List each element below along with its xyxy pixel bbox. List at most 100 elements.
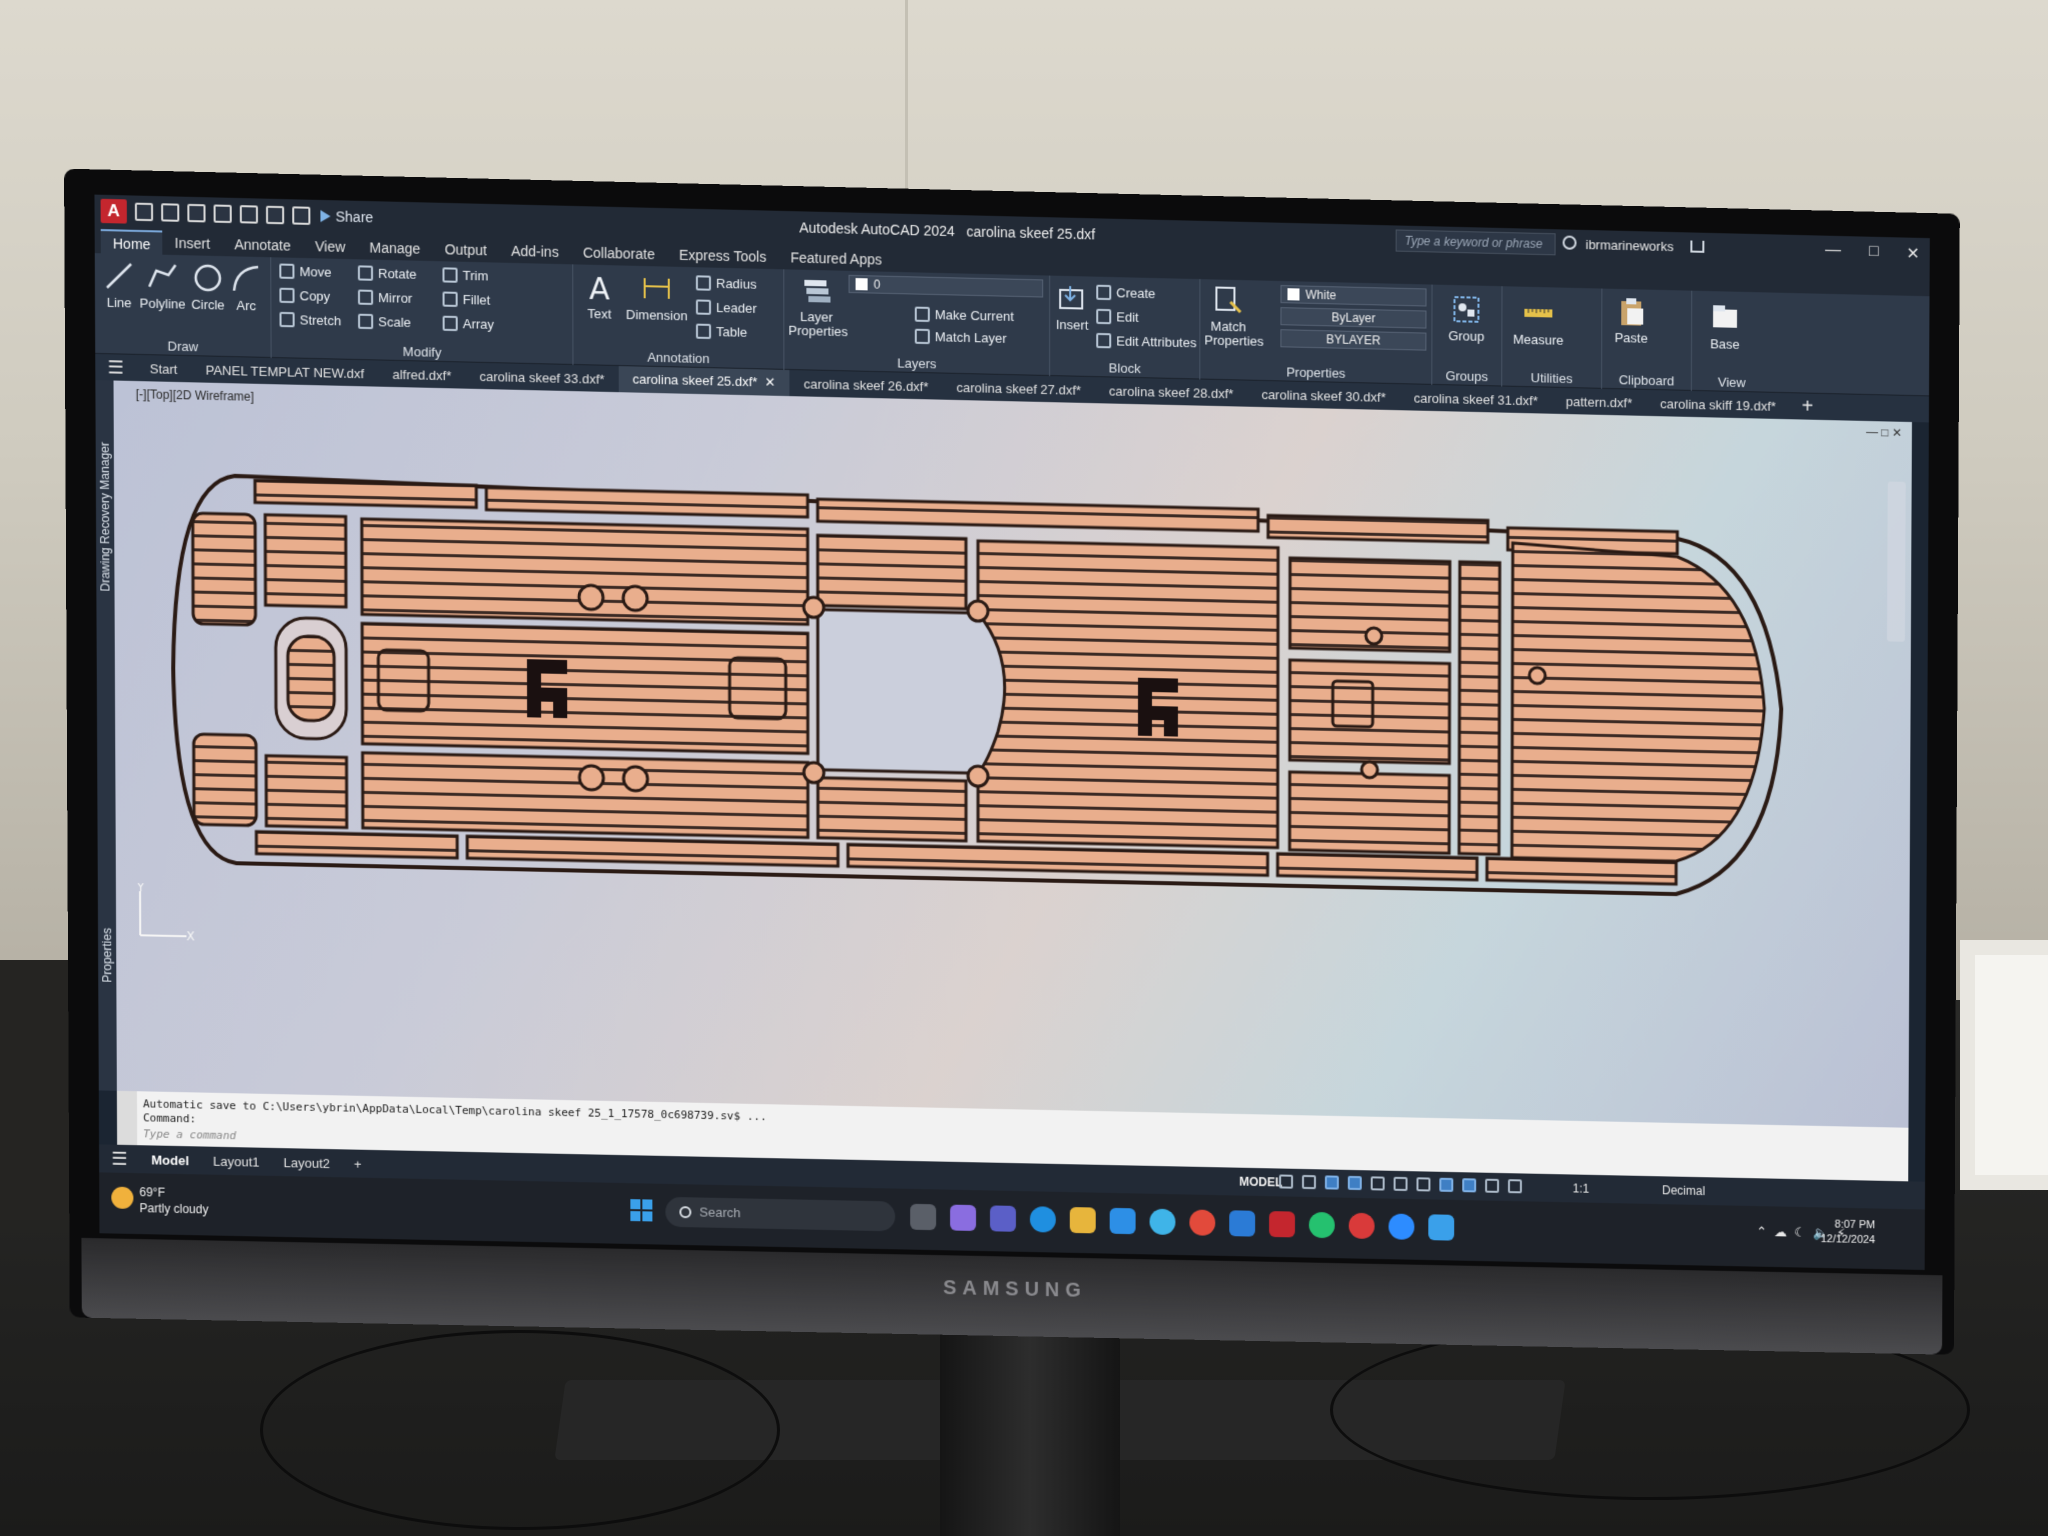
file-tab[interactable]: PANEL TEMPLAT NEW.dxf (192, 362, 379, 381)
mirror-button[interactable]: Mirror (357, 289, 412, 306)
move-button[interactable]: Move (279, 263, 332, 280)
file-tab[interactable]: carolina skeef 33.dxf* (465, 368, 618, 387)
layout-menu-icon[interactable]: ☰ (99, 1148, 139, 1170)
grid-icon[interactable] (1279, 1174, 1294, 1189)
file-tab[interactable]: alfred.dxf* (378, 366, 465, 383)
file-tab[interactable]: carolina skeef 30.dxf* (1247, 386, 1399, 405)
layout-tab-layout1[interactable]: Layout1 (201, 1153, 272, 1169)
insert-button[interactable]: Insert (1054, 282, 1090, 333)
redo-icon[interactable] (292, 206, 311, 225)
share-button[interactable]: Share (320, 208, 373, 225)
isodraft-icon[interactable] (1370, 1176, 1385, 1191)
utilities-panel-title[interactable]: Utilities (1502, 369, 1601, 386)
layout-tab-layout2[interactable]: Layout2 (272, 1154, 343, 1171)
radius-button[interactable]: Radius (695, 275, 757, 292)
taskbar-clock[interactable]: 8:07 PM 12/12/2024 (1821, 1217, 1876, 1248)
notepad-icon[interactable] (1428, 1214, 1455, 1241)
array-button[interactable]: Array (442, 315, 494, 332)
weather-temperature[interactable]: 69°F (139, 1185, 165, 1199)
measure-button[interactable]: Measure (1508, 296, 1568, 348)
view-panel-title[interactable]: View (1692, 374, 1772, 391)
base-button[interactable]: Base (1700, 301, 1750, 352)
tab-output[interactable]: Output (432, 237, 499, 263)
app-icon[interactable] (1149, 1208, 1176, 1236)
annotation-scale-dropdown[interactable]: 1:1 (1573, 1181, 1590, 1195)
edge-icon[interactable] (1029, 1206, 1056, 1233)
object-snap-tracking-icon[interactable] (1393, 1176, 1408, 1192)
copy-button[interactable]: Copy (279, 287, 330, 304)
tab-collaborate[interactable]: Collaborate (571, 240, 667, 266)
file-tab[interactable]: carolina skeef 28.dxf* (1095, 383, 1247, 402)
edit-block-button[interactable]: Edit (1096, 308, 1139, 325)
create-block-button[interactable]: Create (1096, 284, 1155, 301)
cart-icon[interactable] (1690, 240, 1705, 253)
tab-view[interactable]: View (303, 234, 358, 259)
dimension-button[interactable]: Dimension (622, 272, 692, 324)
undo-icon[interactable] (265, 205, 285, 225)
open-file-icon[interactable] (161, 203, 180, 222)
auto-scale-icon[interactable] (1485, 1178, 1500, 1193)
teams-icon[interactable] (990, 1205, 1016, 1232)
new-file-icon[interactable] (134, 202, 154, 222)
file-tab[interactable]: pattern.dxf* (1552, 393, 1646, 410)
taskbar-search[interactable]: Search (665, 1196, 896, 1232)
draw-panel-title[interactable]: Draw (95, 337, 270, 356)
file-tab[interactable]: carolina skeef 27.dxf* (942, 379, 1095, 398)
table-button[interactable]: Table (695, 323, 747, 340)
autocad-logo[interactable]: A (100, 198, 127, 224)
app-icon[interactable] (1348, 1212, 1375, 1240)
chrome-icon[interactable] (1189, 1209, 1216, 1236)
lineweight-dropdown[interactable]: BYLAYER (1280, 329, 1427, 351)
paste-button[interactable]: Paste (1606, 295, 1656, 346)
properties-palette-tab[interactable]: Properties (100, 928, 114, 983)
layer-dropdown[interactable]: 0 (848, 274, 1044, 298)
drawing-canvas[interactable]: [-][Top][2D Wireframe] — □ ✕ X Y (113, 380, 1912, 1128)
polyline-button[interactable]: Polyline (137, 260, 188, 312)
stretch-button[interactable]: Stretch (279, 311, 341, 328)
object-snap-icon[interactable] (1439, 1177, 1454, 1192)
model-space-toggle[interactable]: MODEL (1239, 1175, 1282, 1190)
help-search-input[interactable]: Type a keyword or phrase (1395, 229, 1556, 256)
block-panel-title[interactable]: Block (1050, 359, 1199, 378)
circle-button[interactable]: Circle (188, 261, 229, 313)
rotate-button[interactable]: Rotate (357, 265, 417, 282)
close-icon[interactable]: ✕ (1906, 244, 1919, 264)
tab-annotate[interactable]: Annotate (222, 232, 303, 258)
units-dropdown[interactable]: Decimal (1662, 1183, 1705, 1198)
tab-add-ins[interactable]: Add-ins (499, 238, 571, 264)
linetype-dropdown[interactable]: ByLayer (1280, 307, 1427, 329)
search-icon[interactable] (1562, 235, 1577, 250)
trim-button[interactable]: Trim (442, 267, 488, 284)
angle-icon[interactable] (1416, 1177, 1431, 1192)
zoom-icon[interactable] (1388, 1213, 1415, 1240)
weather-description[interactable]: Partly cloudy (139, 1201, 208, 1216)
drawing-recovery-manager-tab[interactable]: Drawing Recovery Manager (98, 442, 113, 592)
match-layer-button[interactable]: Match Layer (914, 328, 1007, 346)
snap-icon[interactable] (1302, 1174, 1316, 1190)
match-properties-button[interactable]: Match Properties (1204, 283, 1264, 349)
leader-button[interactable]: Leader (695, 299, 757, 316)
file-tab-start[interactable]: Start (136, 360, 192, 377)
line-button[interactable]: Line (101, 259, 138, 310)
layout-tab-model[interactable]: Model (139, 1152, 201, 1168)
annotation-visibility-icon[interactable] (1462, 1178, 1477, 1193)
copilot-icon[interactable] (950, 1204, 977, 1231)
windows-start-icon[interactable] (630, 1199, 653, 1222)
command-line-grip[interactable] (116, 1090, 138, 1146)
weather-icon[interactable] (111, 1186, 134, 1209)
user-account[interactable]: ibrmarineworks (1586, 237, 1674, 254)
groups-panel-title[interactable]: Groups (1432, 368, 1501, 385)
fillet-button[interactable]: Fillet (442, 291, 490, 308)
minimize-icon[interactable]: — (1825, 242, 1841, 262)
store-icon[interactable] (1109, 1207, 1136, 1235)
ortho-icon[interactable] (1324, 1175, 1339, 1190)
task-view-icon[interactable] (910, 1203, 937, 1231)
tab-manage[interactable]: Manage (357, 235, 432, 261)
save-icon[interactable] (187, 203, 206, 223)
print-icon[interactable] (239, 205, 258, 224)
file-tab[interactable]: carolina skeef 31.dxf* (1400, 390, 1552, 409)
file-tab[interactable]: carolina skiff 19.dxf* (1646, 395, 1790, 414)
clipboard-panel-title[interactable]: Clipboard (1602, 372, 1691, 389)
scale-button[interactable]: Scale (358, 313, 411, 330)
save-as-icon[interactable] (213, 204, 232, 224)
